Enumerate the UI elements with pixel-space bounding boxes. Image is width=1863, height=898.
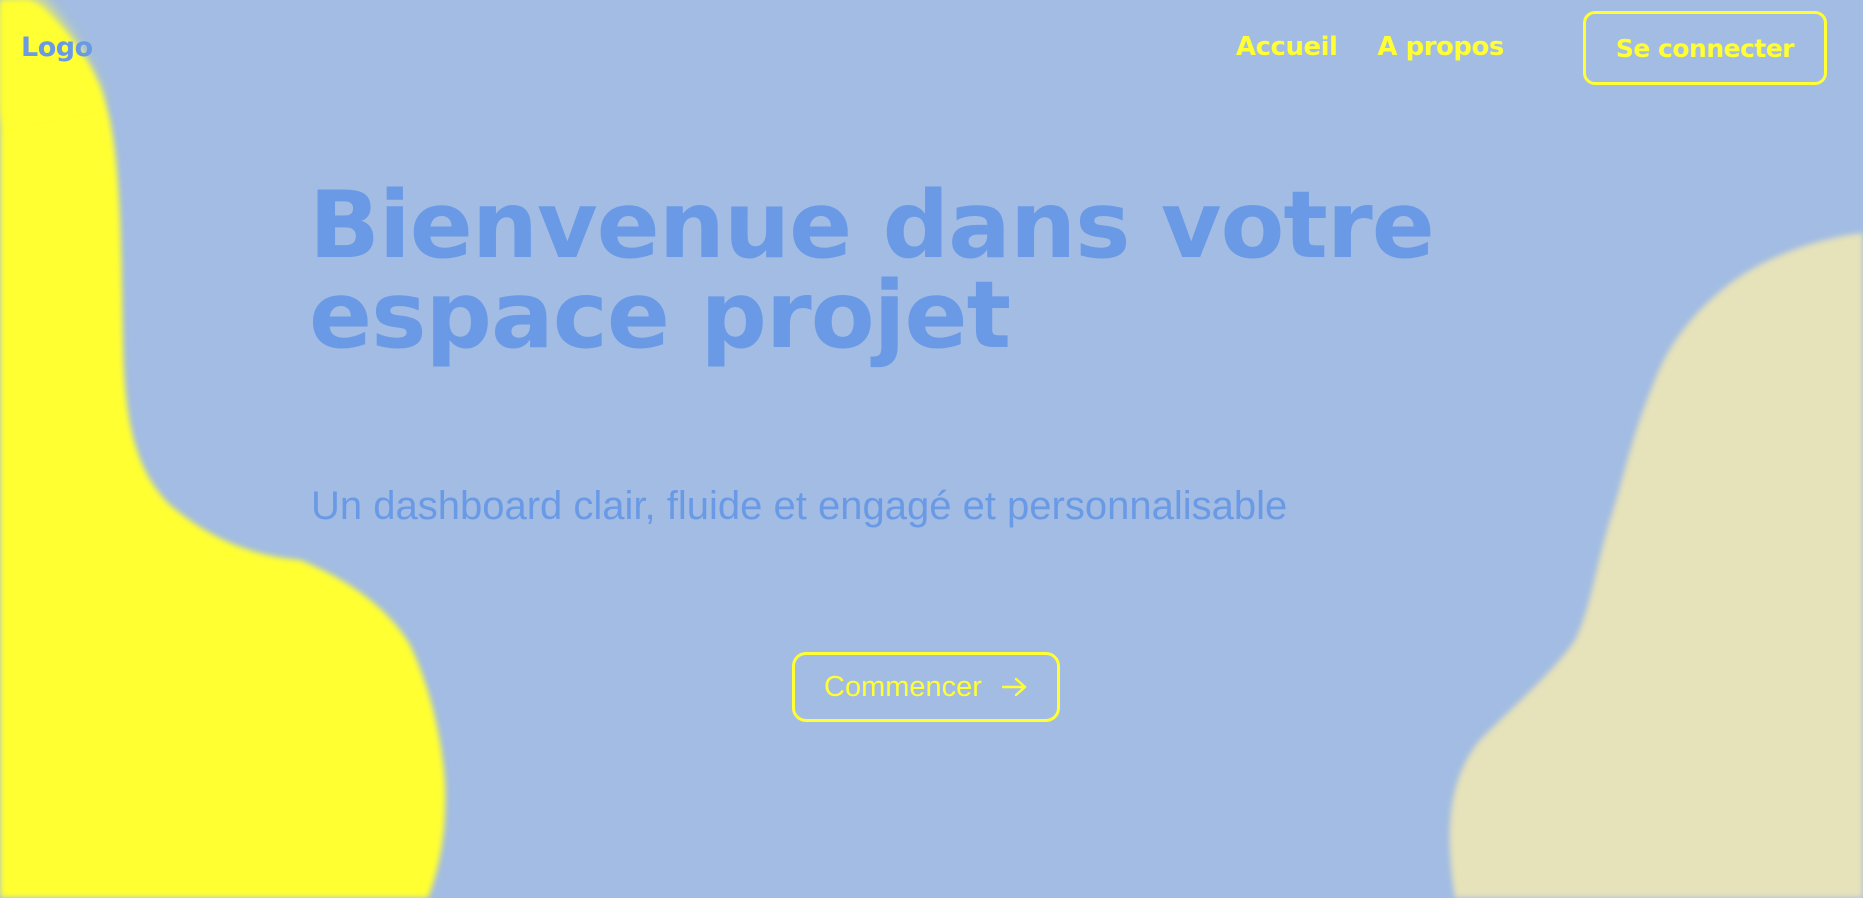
hero-title-line-1: Bienvenue dans votre: [309, 171, 1435, 279]
hero-subtitle: Un dashboard clair, fluide et engagé et …: [311, 484, 1288, 528]
yellow-blob-shape: [0, 0, 446, 898]
nav-link-accueil[interactable]: Accueil: [1236, 32, 1338, 62]
main-nav: Accueil A propos: [1236, 32, 1504, 62]
start-button-label: Commencer: [824, 670, 982, 703]
hero-title: Bienvenue dans votre espace projet: [309, 171, 1559, 369]
background-shapes: [0, 0, 1863, 898]
start-button[interactable]: Commencer: [792, 652, 1060, 722]
logo[interactable]: Logo: [21, 32, 93, 63]
login-button[interactable]: Se connecter: [1583, 11, 1827, 85]
hero-title-line-2: espace projet: [309, 261, 1011, 369]
nav-link-a-propos[interactable]: A propos: [1377, 32, 1504, 62]
arrow-right-icon: [1001, 677, 1027, 697]
